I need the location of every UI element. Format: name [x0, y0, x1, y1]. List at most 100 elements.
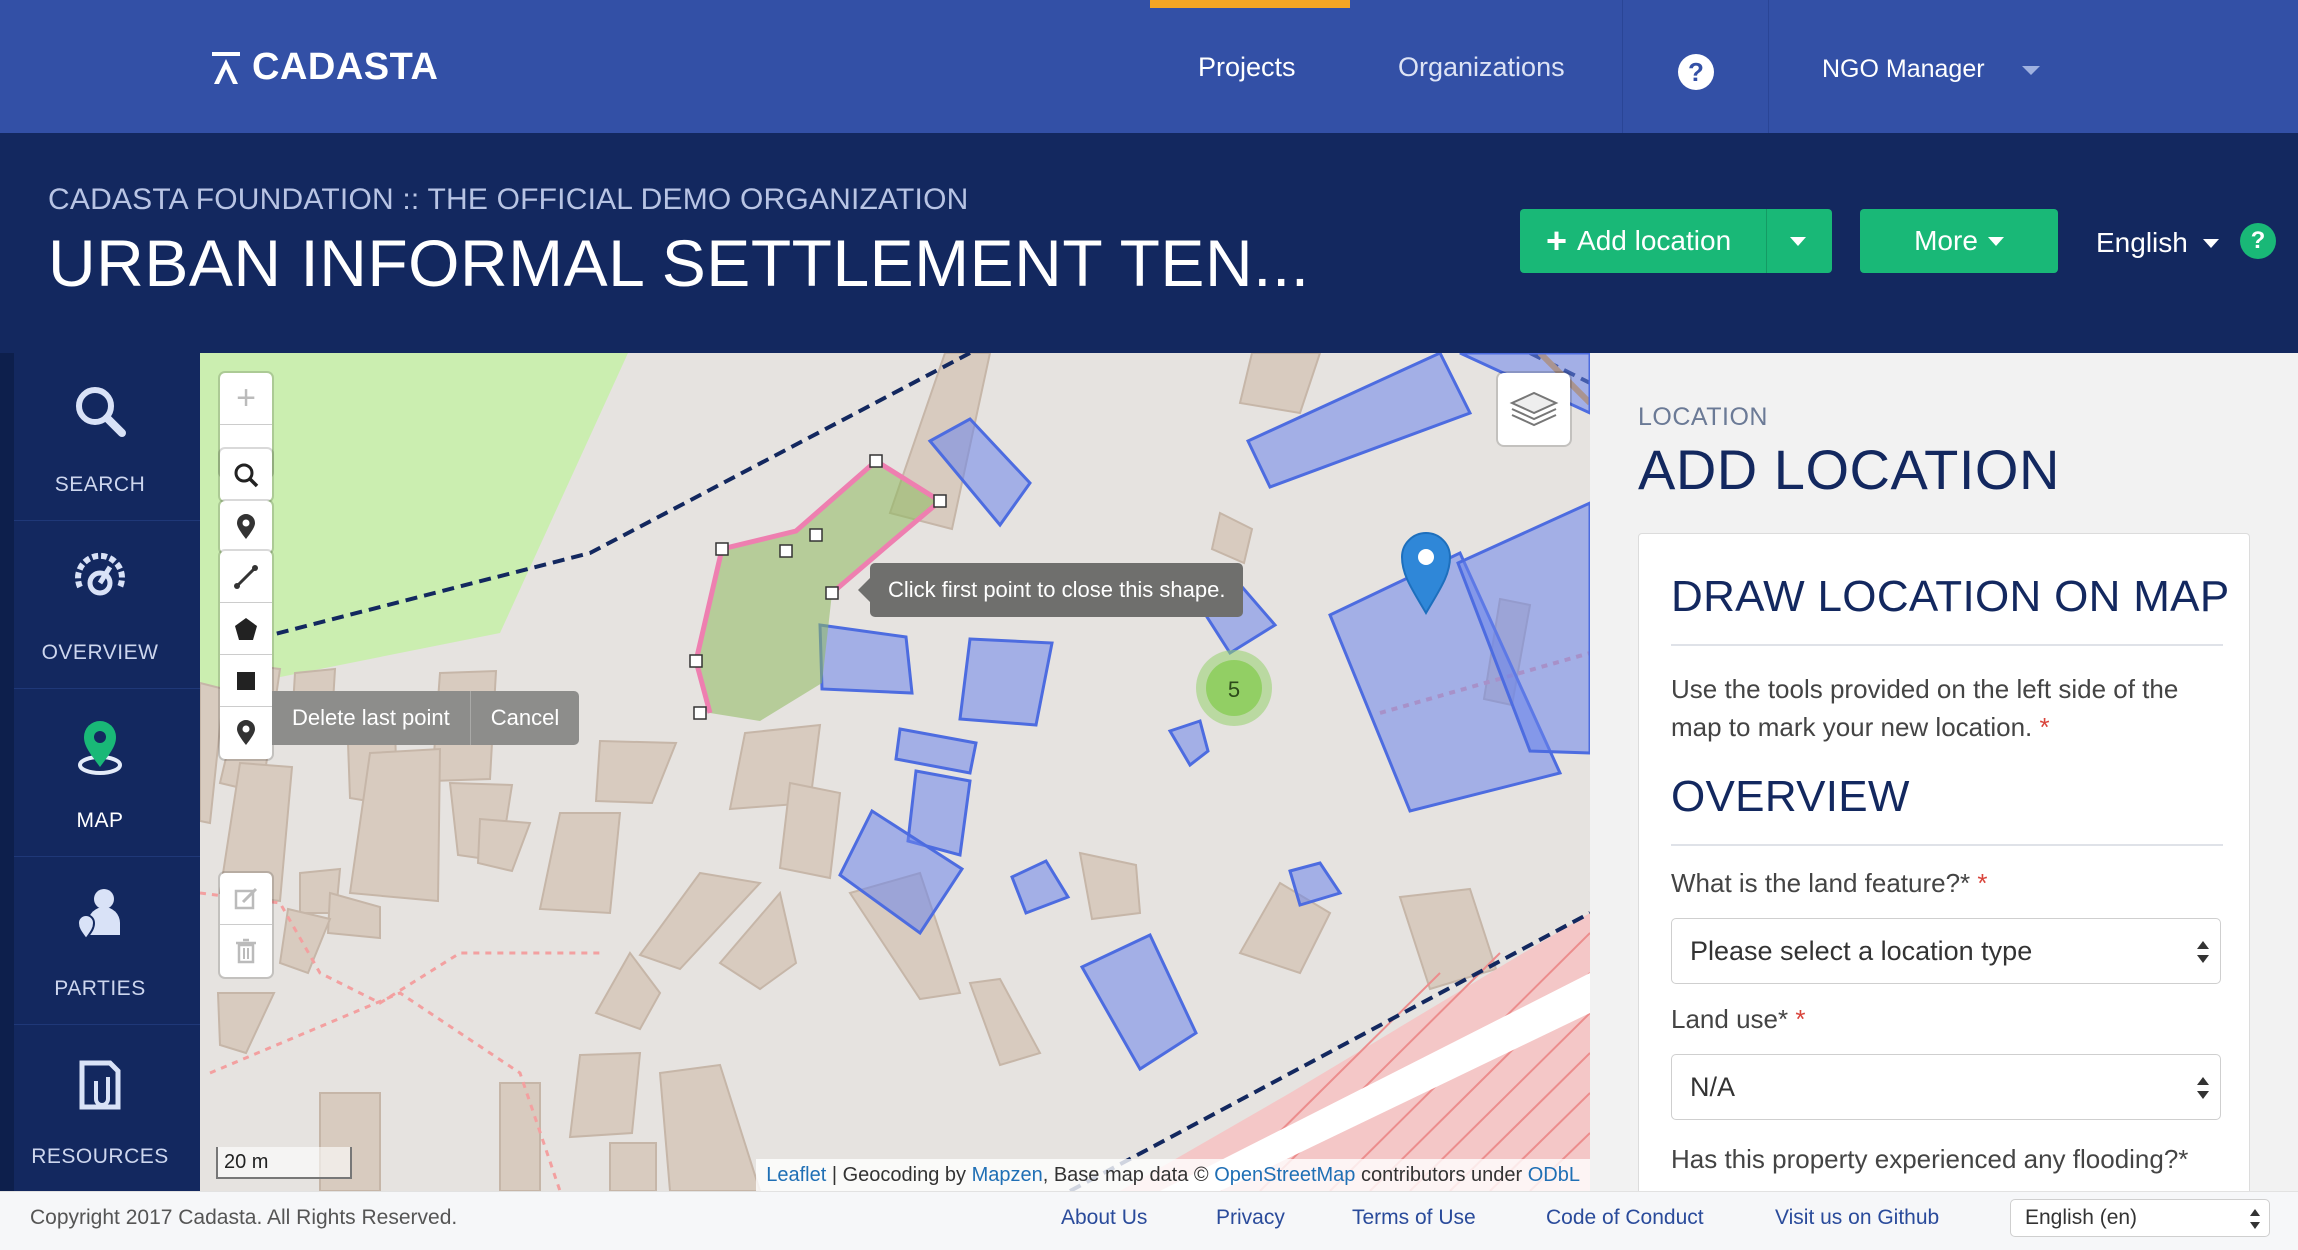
select-arrows-icon: [2197, 1077, 2209, 1099]
overview-gauge-icon: [75, 552, 125, 596]
sidebar-item-parties[interactable]: PARTIES: [0, 857, 200, 1025]
resources-icon: [79, 1060, 121, 1110]
required-mark: *: [1977, 868, 1988, 898]
sidebar-item-label: RESOURCES: [31, 1145, 169, 1168]
project-sidebar: SEARCH OVERVIEW MAP PARTIES RESOURCES: [0, 353, 200, 1193]
attribution-text: | Geocoding by: [826, 1164, 972, 1186]
land-feature-label-text: What is the land feature?*: [1671, 868, 1971, 898]
sidebar-item-overview[interactable]: OVERVIEW: [0, 521, 200, 689]
draw-polygon-button[interactable]: [220, 603, 272, 655]
locate-control: [220, 501, 272, 553]
language-selector[interactable]: English: [2096, 227, 2188, 259]
footer-language-select[interactable]: English (en): [2010, 1199, 2270, 1237]
zoom-in-button[interactable]: +: [220, 373, 272, 425]
panel-title: ADD LOCATION: [1638, 438, 2060, 501]
draw-rectangle-button[interactable]: [220, 655, 272, 707]
plus-icon: +: [1546, 220, 1568, 261]
locate-button[interactable]: [220, 501, 272, 553]
edit-toolbar: [220, 873, 272, 977]
add-location-dropdown-chevron-icon[interactable]: [1790, 237, 1806, 246]
land-feature-select[interactable]: Please select a location type: [1671, 918, 2221, 984]
land-use-select-value: N/A: [1690, 1072, 1736, 1102]
cadasta-logo[interactable]: CADASTA: [212, 46, 438, 89]
edit-layers-button[interactable]: [220, 873, 272, 925]
draw-tooltip: Click first point to close this shape.: [857, 563, 1244, 617]
panel-kicker: LOCATION: [1638, 403, 1768, 431]
polyline-icon: [234, 564, 258, 589]
chevron-down-icon[interactable]: [2022, 66, 2040, 75]
divider: [1671, 644, 2223, 646]
layers-control-button[interactable]: [1498, 373, 1570, 445]
copyright-text: Copyright 2017 Cadasta. All Rights Reser…: [30, 1206, 458, 1229]
layers-icon: [1509, 391, 1559, 427]
footer-link-about-us[interactable]: About Us: [1061, 1206, 1147, 1230]
sidebar-item-resources[interactable]: RESOURCES: [0, 1025, 200, 1193]
map-attribution: Leaflet | Geocoding by Mapzen, Base map …: [756, 1159, 1590, 1191]
required-mark: *: [1795, 1004, 1806, 1034]
parties-icon: [76, 889, 120, 941]
organization-breadcrumb[interactable]: CADASTA FOUNDATION :: THE OFFICIAL DEMO …: [48, 183, 968, 217]
mapzen-link[interactable]: Mapzen: [972, 1164, 1043, 1186]
sidebar-item-map[interactable]: MAP: [0, 689, 200, 857]
add-location-button[interactable]: + Add location: [1520, 209, 1832, 273]
delete-layers-button[interactable]: [220, 925, 272, 977]
sidebar-edge: [0, 353, 14, 1191]
map-search-button[interactable]: [220, 449, 272, 501]
nav-projects-link[interactable]: Projects: [1198, 52, 1296, 83]
footer-link-privacy[interactable]: Privacy: [1216, 1206, 1285, 1230]
map-canvas[interactable]: 5 + − Delete last point Cancel: [200, 353, 1590, 1191]
cluster-count: 5: [1228, 677, 1240, 702]
add-location-form: DRAW LOCATION ON MAP Use the tools provi…: [1638, 533, 2250, 1191]
location-pin-dot: [1418, 549, 1434, 565]
rectangle-icon: [237, 671, 255, 690]
sidebar-item-label: PARTIES: [54, 977, 146, 1000]
nav-divider: [1768, 0, 1769, 133]
footer-language-value: English (en): [2025, 1206, 2138, 1229]
draw-instructions: Use the tools provided on the left side …: [1671, 670, 2211, 746]
draw-marker-button[interactable]: [220, 707, 272, 759]
leaflet-link[interactable]: Leaflet: [766, 1164, 826, 1186]
user-menu[interactable]: NGO Manager: [1822, 55, 1985, 84]
cancel-drawing-button[interactable]: Cancel: [469, 691, 579, 745]
map-scale: 20 m: [216, 1147, 352, 1179]
active-nav-indicator: [1150, 0, 1350, 8]
trash-icon: [236, 938, 256, 964]
project-header: CADASTA FOUNDATION :: THE OFFICIAL DEMO …: [0, 133, 2298, 353]
delete-last-point-button[interactable]: Delete last point: [272, 691, 470, 745]
land-use-label-text: Land use*: [1671, 1004, 1789, 1034]
chevron-down-icon[interactable]: [2203, 239, 2219, 248]
cadasta-logo-icon: [212, 51, 240, 84]
map-pin-icon: [78, 721, 122, 775]
draw-instructions-text: Use the tools provided on the left side …: [1671, 674, 2179, 742]
odbl-link[interactable]: ODbL: [1528, 1164, 1580, 1186]
help-icon[interactable]: ?: [1678, 54, 1714, 90]
more-label: More: [1914, 225, 1978, 256]
land-feature-select-value: Please select a location type: [1690, 936, 2033, 966]
add-location-label: Add location: [1577, 225, 1732, 256]
overview-heading: OVERVIEW: [1671, 772, 1910, 821]
footer-link-terms-of-use[interactable]: Terms of Use: [1352, 1206, 1476, 1230]
land-use-select[interactable]: N/A: [1671, 1054, 2221, 1120]
openstreetmap-link[interactable]: OpenStreetMap: [1214, 1164, 1355, 1186]
draw-toolbar: [220, 551, 272, 759]
more-button[interactable]: More: [1860, 209, 2058, 273]
marker-icon: [237, 514, 255, 539]
polygon-icon: [235, 617, 257, 640]
footer-link-github[interactable]: Visit us on Github: [1775, 1206, 1939, 1230]
sidebar-item-label: OVERVIEW: [41, 641, 159, 664]
page-footer: Copyright 2017 Cadasta. All Rights Reser…: [0, 1191, 2298, 1250]
attribution-text: , Base map data ©: [1042, 1164, 1215, 1186]
detail-panel: LOCATION ADD LOCATION DRAW LOCATION ON M…: [1590, 353, 2298, 1191]
help-icon[interactable]: ?: [2240, 223, 2276, 259]
required-mark: *: [2039, 712, 2050, 742]
brand-name: CADASTA: [252, 46, 439, 88]
sidebar-item-search[interactable]: SEARCH: [0, 353, 200, 521]
draw-polyline-button[interactable]: [220, 551, 272, 603]
draw-location-heading: DRAW LOCATION ON MAP: [1671, 572, 2230, 621]
footer-link-code-of-conduct[interactable]: Code of Conduct: [1546, 1206, 1704, 1230]
marker-icon: [237, 720, 255, 745]
nav-organizations-link[interactable]: Organizations: [1398, 52, 1565, 83]
project-title: URBAN INFORMAL SETTLEMENT TEN...: [48, 226, 1310, 300]
nav-divider: [1622, 0, 1623, 133]
draw-actions-bar: Delete last point Cancel: [272, 691, 580, 745]
